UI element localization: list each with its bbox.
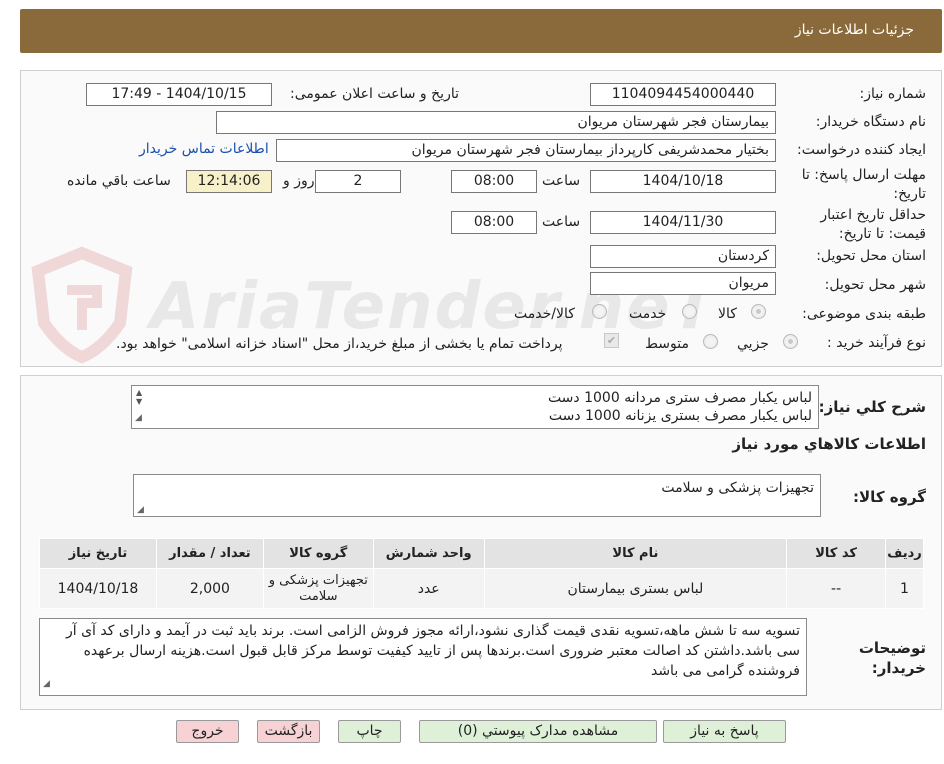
validity-time-field: 08:00 — [451, 211, 537, 234]
buyer-field: بیمارستان فجر شهرستان مریوان — [216, 111, 776, 134]
resize-grip-icon[interactable]: ◢ — [135, 409, 142, 427]
col-code: کد کالا — [786, 538, 887, 569]
process-medium-label: متوسط — [645, 336, 689, 352]
process-label: نوع فرآیند خرید : — [827, 335, 926, 351]
process-minor-radio[interactable] — [783, 334, 798, 349]
deadline-time-label: ساعت — [542, 173, 581, 189]
goods-info-title: اطلاعات کالاهاي مورد نیاز — [732, 435, 926, 453]
category-goods-service-label: کالا/خدمت — [514, 306, 575, 322]
buyer-notes-text: تسویه سه تا شش ماهه،تسویه نقدی قیمت گذار… — [66, 623, 800, 679]
need-number-field: 1104094454000440 — [590, 83, 776, 106]
print-button[interactable]: چاپ — [338, 720, 401, 743]
back-button[interactable]: بازگشت — [257, 720, 320, 743]
buyer-notes-label: توضیحات خریدار: — [858, 639, 926, 677]
category-goods-service-radio[interactable] — [592, 304, 607, 319]
goods-group-field: تجهیزات پزشکی و سلامت ◢ — [133, 474, 821, 517]
process-medium-radio[interactable] — [703, 334, 718, 349]
contact-buyer-link[interactable]: اطلاعات تماس خریدار — [139, 141, 269, 157]
city-label: شهر محل تحویل: — [824, 277, 926, 293]
summary-textarea[interactable]: لباس یکبار مصرف ستری مردانه 1000 دست لبا… — [131, 385, 819, 429]
goods-group-value: تجهیزات پزشکی و سلامت — [661, 480, 814, 496]
cell-row: 1 — [885, 568, 924, 609]
creator-label: ایجاد کننده درخواست: — [797, 142, 926, 158]
summary-label: شرح کلي نیاز: — [818, 398, 926, 416]
category-service-radio[interactable] — [682, 304, 697, 319]
col-row: ردیف — [885, 538, 924, 569]
cell-group: تجهیزات پزشکی و سلامت — [262, 568, 374, 609]
city-field: مریوان — [590, 272, 776, 295]
deadline-date-field: 1404/10/18 — [590, 170, 776, 193]
col-group: گروه کالا — [262, 538, 374, 569]
cell-name: لباس بستری بیمارستان — [483, 568, 788, 609]
page-header: جزئیات اطلاعات نیاز — [20, 9, 942, 53]
category-service-label: خدمت — [629, 306, 667, 322]
cell-quantity: 2,000 — [155, 568, 264, 609]
view-attachments-button[interactable]: مشاهده مدارک پیوستي (0) — [419, 720, 657, 743]
table-row: 1 -- لباس بستری بیمارستان عدد تجهیزات پز… — [39, 568, 924, 609]
table-header-row: ردیف کد کالا نام کالا واحد شمارش گروه کا… — [39, 538, 924, 569]
validity-time-label: ساعت — [542, 214, 581, 230]
cell-unit: عدد — [372, 568, 485, 609]
announce-date-field: 1404/10/15 - 17:49 — [86, 83, 272, 106]
exit-button[interactable]: خروج — [176, 720, 239, 743]
remaining-time-label: ساعت باقي مانده — [67, 173, 171, 189]
summary-line-2: لباس یکبار مصرف بستری یزنانه 1000 دست — [548, 408, 812, 424]
province-field: کردستان — [590, 245, 776, 268]
category-label: طبقه بندی موضوعی: — [802, 306, 926, 322]
col-unit: واحد شمارش — [372, 538, 485, 569]
treasury-checkbox[interactable]: ✔ — [604, 333, 619, 348]
remaining-time-field: 12:14:06 — [186, 170, 272, 193]
summary-line-1: لباس یکبار مصرف ستری مردانه 1000 دست — [547, 390, 812, 406]
col-need-date: تاریخ نیاز — [39, 538, 157, 569]
validity-date-field: 1404/11/30 — [590, 211, 776, 234]
province-label: استان محل تحویل: — [816, 248, 926, 264]
resize-grip-icon[interactable]: ◢ — [43, 674, 50, 694]
cell-code: -- — [786, 568, 887, 609]
payment-note: پرداخت تمام یا بخشی از مبلغ خرید،از محل … — [116, 336, 563, 352]
process-minor-label: جزیي — [737, 336, 769, 352]
cell-need-date: 1404/10/18 — [39, 568, 157, 609]
scroll-arrows-icon[interactable]: ▲ ▼ — [136, 388, 142, 406]
page-title: جزئیات اطلاعات نیاز — [794, 22, 914, 38]
col-quantity: تعداد / مقدار — [155, 538, 264, 569]
resize-grip-icon[interactable]: ◢ — [137, 505, 144, 515]
category-goods-label: کالا — [718, 306, 737, 322]
need-number-label: شماره نیاز: — [859, 86, 927, 102]
announce-label: تاریخ و ساعت اعلان عمومی: — [290, 86, 459, 102]
category-goods-radio[interactable] — [751, 304, 766, 319]
validity-label: حداقل تاریخ اعتبار قیمت: تا تاریخ: — [820, 207, 926, 242]
days-label: روز و — [283, 173, 315, 189]
creator-field: بختیار محمدشریفی کارپرداز بیمارستان فجر … — [276, 139, 776, 162]
buyer-notes-textarea[interactable]: تسویه سه تا شش ماهه،تسویه نقدی قیمت گذار… — [39, 618, 807, 696]
days-field: 2 — [315, 170, 401, 193]
buyer-label: نام دستگاه خریدار: — [815, 114, 926, 130]
goods-group-label: گروه کالا: — [853, 488, 926, 506]
deadline-label: مهلت ارسال پاسخ: تا تاریخ: — [801, 167, 926, 202]
goods-table: ردیف کد کالا نام کالا واحد شمارش گروه کا… — [39, 538, 924, 609]
deadline-time-field: 08:00 — [451, 170, 537, 193]
reply-button[interactable]: پاسخ به نیاز — [663, 720, 786, 743]
col-name: نام کالا — [483, 538, 788, 569]
